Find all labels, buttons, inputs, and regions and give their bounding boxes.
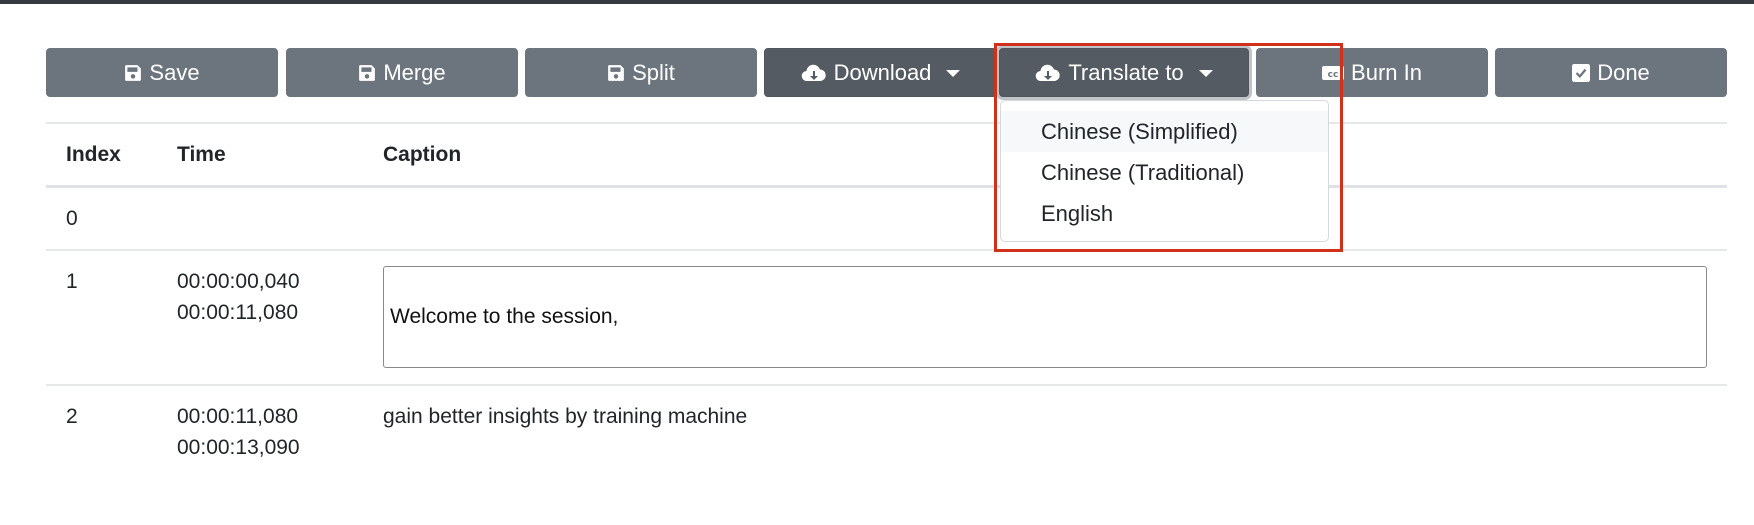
row-caption[interactable]: gain better insights by training machine xyxy=(383,401,747,432)
translate-label: Translate to xyxy=(1068,59,1184,85)
save-button[interactable]: Save xyxy=(46,48,278,97)
caption-edit-input[interactable]: Welcome to the session, xyxy=(383,266,1707,368)
translate-dropdown-button[interactable]: Translate to xyxy=(999,48,1249,97)
split-button[interactable]: Split xyxy=(525,48,757,97)
menu-item-chinese-traditional[interactable]: Chinese (Traditional) xyxy=(1001,152,1328,193)
chevron-down-icon xyxy=(1198,70,1213,77)
chevron-down-icon xyxy=(946,70,961,77)
merge-button[interactable]: Merge xyxy=(286,48,518,97)
svg-text:cc: cc xyxy=(1328,70,1339,80)
row-index: 2 xyxy=(66,405,78,428)
row-end-time: 00:00:11,080 xyxy=(177,301,299,324)
divider xyxy=(46,249,1727,251)
burn-in-button[interactable]: cc Burn In xyxy=(1256,48,1488,97)
closed-captions-icon: cc xyxy=(1322,65,1345,81)
done-label: Done xyxy=(1597,59,1650,85)
save-label: Save xyxy=(149,59,200,85)
burn-in-label: Burn In xyxy=(1351,59,1422,85)
row-start-time: 00:00:11,080 xyxy=(177,405,299,428)
column-header-caption: Caption xyxy=(383,143,462,166)
column-header-index: Index xyxy=(66,143,121,166)
divider xyxy=(46,185,1727,188)
menu-item-chinese-simplified[interactable]: Chinese (Simplified) xyxy=(1001,111,1328,152)
caption-edit-text: Welcome to the session, xyxy=(390,305,619,328)
check-square-icon xyxy=(1572,63,1591,82)
column-header-time: Time xyxy=(177,143,226,166)
menu-item-english[interactable]: English xyxy=(1001,193,1328,234)
translate-language-menu: Chinese (Simplified) Chinese (Traditiona… xyxy=(1000,100,1329,242)
done-button[interactable]: Done xyxy=(1495,48,1727,97)
cloud-download-icon xyxy=(801,63,827,83)
divider xyxy=(46,384,1727,386)
divider xyxy=(46,122,1727,124)
save-icon xyxy=(124,64,142,82)
row-index: 0 xyxy=(66,207,78,230)
cloud-download-icon xyxy=(1035,63,1061,83)
save-icon xyxy=(358,64,376,82)
download-label: Download xyxy=(833,59,932,85)
merge-label: Merge xyxy=(383,59,446,85)
row-index: 1 xyxy=(66,270,78,293)
top-bar xyxy=(0,0,1754,4)
split-label: Split xyxy=(632,59,675,85)
download-dropdown-button[interactable]: Download xyxy=(764,48,997,97)
row-start-time: 00:00:00,040 xyxy=(177,270,300,293)
save-icon xyxy=(607,64,625,82)
row-end-time: 00:00:13,090 xyxy=(177,436,300,459)
